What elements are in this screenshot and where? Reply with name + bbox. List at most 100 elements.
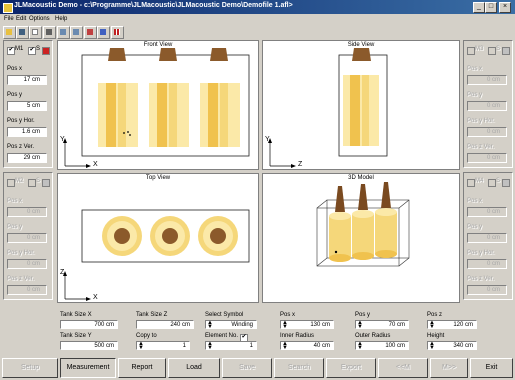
side-view-canvas [268,48,388,168]
report-button[interactable]: Report [118,358,166,378]
outer-radius-field[interactable]: ▲ ▼ 100 cm [355,341,409,351]
model-3d-view[interactable]: 3D Model [262,173,460,303]
pos-x-field[interactable]: 0 cm [467,75,507,85]
tank-size-y-field[interactable]: 500 cm [60,341,118,350]
pos-z-param-field[interactable]: ▲ ▼ 120 cm [427,320,477,330]
search-button[interactable]: Search [274,358,324,378]
s3-checkbox[interactable] [488,47,496,55]
print-icon[interactable] [43,26,56,39]
top-view[interactable]: Top View Z X [57,173,259,303]
load-button[interactable]: Load [168,358,220,378]
exit-button[interactable]: Exit [470,358,513,378]
height-field[interactable]: ▲ ▼ 340 cm [427,341,477,351]
measurement-button[interactable]: Measurement [60,358,116,378]
menu-edit[interactable]: Edit [16,16,26,22]
spinner-icon: ▲ ▼ [357,320,363,330]
menu-file[interactable]: File [4,16,14,22]
pos-y-hor-field[interactable]: 0 cm [7,259,47,269]
pos-z-ver-field[interactable]: 0 cm [467,285,507,295]
pos-x-label: Pos x [467,66,483,72]
model-3d-canvas [316,182,410,267]
pos-x-field[interactable]: 0 cm [467,207,507,217]
front-axis-x: X [93,161,98,168]
pos-z-ver-field[interactable]: 29 cm [7,153,47,163]
m1-checkbox[interactable]: ✔ [7,47,15,55]
pos-z-ver-field[interactable]: 0 cm [467,153,507,163]
tank-size-x-field[interactable]: 700 cm [60,320,118,329]
pos-x-field[interactable]: 0 cm [7,207,47,217]
s-label: S [36,46,41,52]
pos-y-field[interactable]: 0 cm [7,233,47,243]
pos-y-field[interactable]: 5 cm [7,101,47,111]
pos-y-label: Pos y [467,92,483,98]
marker-color-swatch[interactable] [42,179,50,187]
undo-icon[interactable] [84,26,97,39]
tank-size-z-field[interactable]: 240 cm [136,320,194,329]
front-winding-1 [98,83,138,147]
pos-y-hor-field[interactable]: 0 cm [467,127,507,137]
top-winding-1 [102,216,142,256]
spinner-icon: ▲ ▼ [207,341,213,351]
button-bar: Setup Measurement Report Load Save Searc… [0,358,515,380]
pos-z-ver-label: Pos z Ver. [467,144,495,150]
side-axis-y: Y [265,136,270,143]
menu-help[interactable]: Help [55,16,67,22]
front-view[interactable]: Front View Y X [57,40,259,170]
pos-y-field[interactable]: 0 cm [467,233,507,243]
title-bar: JLMacoustic Demo - c:\Programme\JLMacous… [0,0,515,14]
close-button[interactable]: × [499,2,511,13]
redo-icon[interactable] [97,26,110,39]
s2-checkbox[interactable] [28,179,36,187]
side-bushing [352,48,371,61]
select-symbol-dropdown[interactable]: ▲ ▼ Winding [205,320,257,330]
pos-y-hor-field[interactable]: 1.6 cm [7,127,47,137]
marker-color-swatch[interactable] [502,47,510,55]
save-icon[interactable] [16,26,29,39]
m3-label: M3 [475,46,484,52]
menu-options[interactable]: Options [29,16,50,22]
m3-checkbox[interactable] [467,47,475,55]
parameter-panel: Tank Size X 700 cm Tank Size Z 240 cm Se… [0,306,515,356]
next-marker-button[interactable]: M>> [430,358,468,378]
open-file-icon[interactable] [3,26,16,39]
s-checkbox[interactable]: ✔ [28,47,36,55]
pos-z-ver-field[interactable]: 0 cm [7,285,47,295]
pos-y-param-field[interactable]: ▲ ▼ 70 cm [355,320,409,330]
m2-checkbox[interactable] [7,179,15,187]
maximize-button[interactable]: □ [485,2,497,13]
pos-y-label: Pos y [7,92,23,98]
m1-label: M1 [15,46,24,52]
pos-y-field[interactable]: 0 cm [467,101,507,111]
pos-y-hor-label: Pos y Hor. [467,250,495,256]
m4-checkbox[interactable] [467,179,475,187]
front-view-canvas [63,48,250,168]
pos-y-hor-field[interactable]: 0 cm [467,259,507,269]
side-axis-z: Z [298,161,303,168]
element-no-field[interactable]: ▲ ▼ 1 [205,341,257,351]
window-title: JLMacoustic Demo - c:\Programme\JLMacous… [14,2,293,9]
side-view[interactable]: Side View Y Z [262,40,460,170]
marker-color-swatch[interactable] [502,179,510,187]
setup-button[interactable]: Setup [2,358,58,378]
save-button[interactable]: Save [222,358,272,378]
export-icon[interactable] [70,26,83,39]
pos-x-field[interactable]: 17 cm [7,75,47,85]
s4-checkbox[interactable] [488,179,496,187]
pos-z-ver-label: Pos z Ver. [467,276,495,282]
select-symbol-label: Select Symbol [205,312,244,318]
previous-marker-button[interactable]: <<M [378,358,428,378]
spinner-icon: ▲ ▼ [207,320,213,330]
pos-y-hor-label: Pos y Hor. [7,250,35,256]
import-icon[interactable] [57,26,70,39]
marker-color-swatch[interactable] [42,47,50,55]
minimize-button[interactable]: _ [473,2,485,13]
tank-size-x-label: Tank Size X [60,312,92,318]
export-button[interactable]: Export [326,358,376,378]
new-icon[interactable] [29,26,42,39]
inner-radius-field[interactable]: ▲ ▼ 40 cm [280,341,334,351]
front-bushing-2 [159,48,177,61]
grid-icon[interactable] [111,26,124,39]
copy-to-field[interactable]: ▲ ▼ 1 [136,341,190,351]
pos-x-label: Pos x [7,198,23,204]
pos-x-param-field[interactable]: ▲ ▼ 130 cm [280,320,334,330]
